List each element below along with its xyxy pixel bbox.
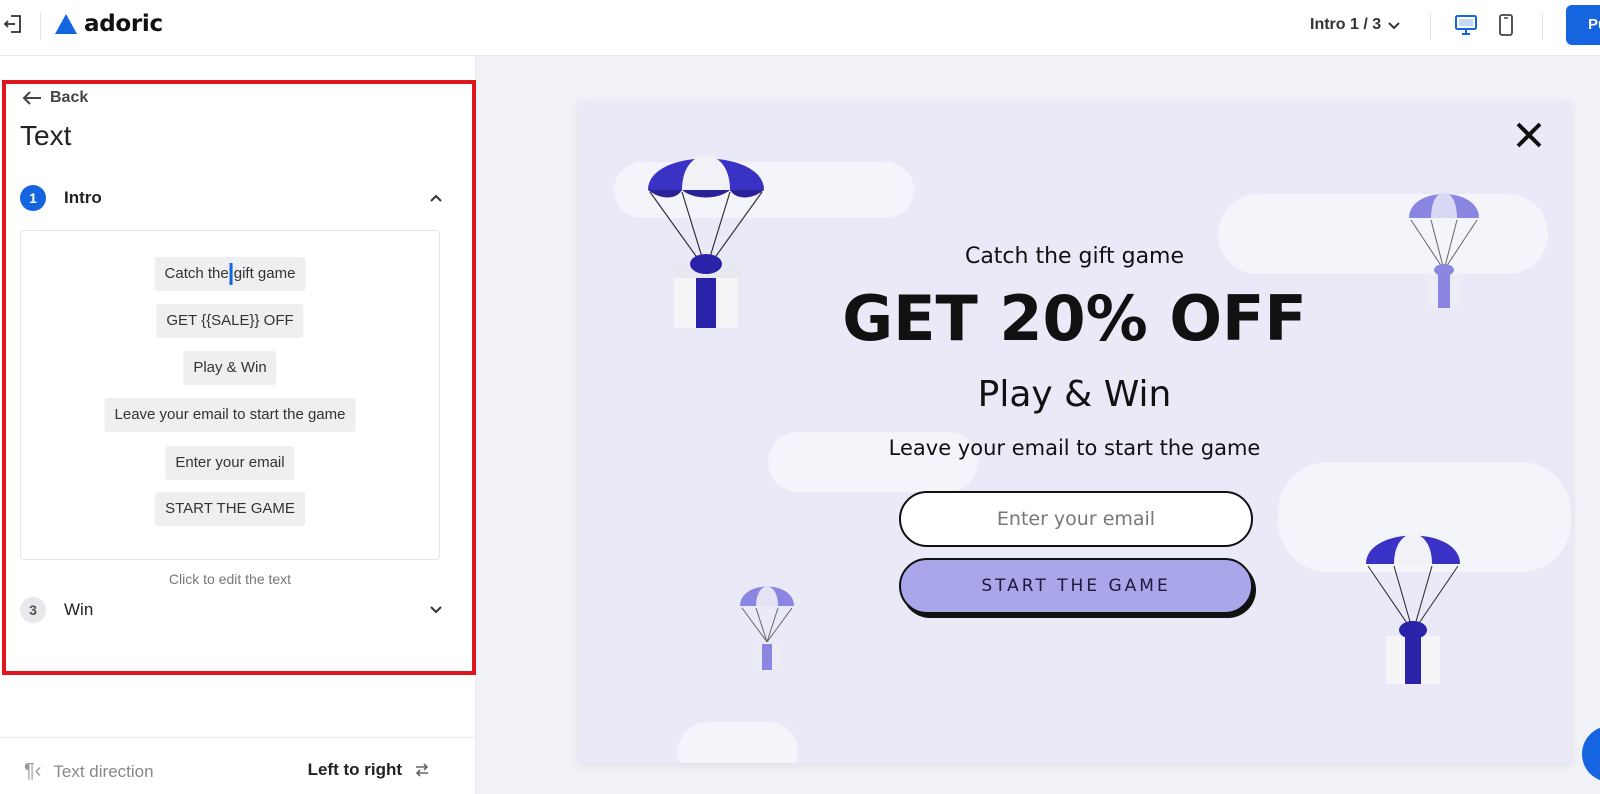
step-number-badge: 1 — [20, 185, 46, 211]
text-direction-select[interactable]: Left to right — [308, 760, 430, 780]
publish-button[interactable]: Pu — [1566, 5, 1600, 45]
logo-triangle-icon — [55, 14, 77, 34]
text-items-list: Catch the gift game GET {{SALE}} OFF Play… — [20, 230, 440, 560]
text-direction-text: Text direction — [53, 761, 154, 781]
divider — [1430, 12, 1431, 40]
section-intro-header[interactable]: 1 Intro — [20, 184, 444, 212]
close-icon[interactable] — [1512, 118, 1546, 152]
text-settings-panel: Back Text 1 Intro Catch the gift game GET… — [0, 56, 476, 794]
text-cursor — [229, 263, 233, 286]
email-field[interactable] — [899, 491, 1253, 547]
start-game-button[interactable]: START THE GAME — [899, 558, 1253, 614]
logo-text: adoric — [84, 11, 163, 37]
cloud-decoration — [678, 722, 798, 763]
popup-headline: GET 20% OFF — [842, 282, 1307, 355]
edit-hint: Click to edit the text — [168, 571, 292, 587]
swap-arrows-icon — [415, 763, 429, 777]
paragraph-direction-icon: ¶‹ — [24, 760, 42, 782]
desktop-icon[interactable] — [1452, 11, 1480, 39]
text-direction-value: Left to right — [307, 760, 402, 779]
back-label: Back — [50, 89, 89, 106]
section-win-header[interactable]: 3 Win — [20, 596, 444, 624]
step-selector[interactable]: Intro 1 / 3 — [1310, 14, 1401, 36]
parachute-gift-icon — [740, 586, 794, 670]
section-label: Intro — [64, 188, 102, 207]
text-item-email-placeholder[interactable]: Enter your email — [165, 446, 295, 480]
text-item-headline[interactable]: GET {{SALE}} OFF — [156, 304, 304, 338]
chevron-down-icon — [430, 606, 442, 614]
divider — [40, 12, 41, 40]
text-item-part: Catch the — [164, 265, 229, 282]
arrow-left-icon — [22, 91, 41, 105]
popup-tagline: Play & Win — [977, 374, 1172, 415]
text-item-cta[interactable]: START THE GAME — [155, 492, 305, 526]
exit-icon[interactable] — [2, 12, 30, 36]
popup-subtitle: Catch the gift game — [964, 244, 1185, 269]
parachute-gift-icon — [1366, 534, 1460, 684]
back-button[interactable]: Back — [22, 89, 88, 107]
chevron-up-icon — [430, 194, 442, 202]
text-item-subtitle[interactable]: Catch the gift game — [154, 257, 306, 291]
step-selector-label: Intro 1 / 3 — [1310, 16, 1382, 33]
chevron-down-icon — [1388, 22, 1400, 30]
top-bar: adoric Intro 1 / 3 Pu — [0, 0, 1600, 56]
logo[interactable]: adoric — [54, 10, 163, 38]
text-item-tagline[interactable]: Play & Win — [183, 351, 277, 385]
editor-canvas: Catch the gift game GET 20% OFF Play & W… — [476, 56, 1600, 794]
step-number-badge: 3 — [20, 597, 46, 623]
panel-title: Text — [20, 120, 72, 151]
text-direction-label: ¶‹ Text direction — [24, 760, 154, 783]
text-item-description[interactable]: Leave your email to start the game — [104, 398, 356, 432]
popup-description: Leave your email to start the game — [888, 436, 1261, 460]
divider — [1542, 12, 1543, 40]
section-label: Win — [64, 600, 94, 619]
text-direction-row: ¶‹ Text direction Left to right — [0, 737, 476, 794]
popup-preview[interactable]: Catch the gift game GET 20% OFF Play & W… — [578, 102, 1571, 763]
mobile-icon[interactable] — [1492, 11, 1520, 39]
text-item-part: gift game — [233, 265, 296, 282]
